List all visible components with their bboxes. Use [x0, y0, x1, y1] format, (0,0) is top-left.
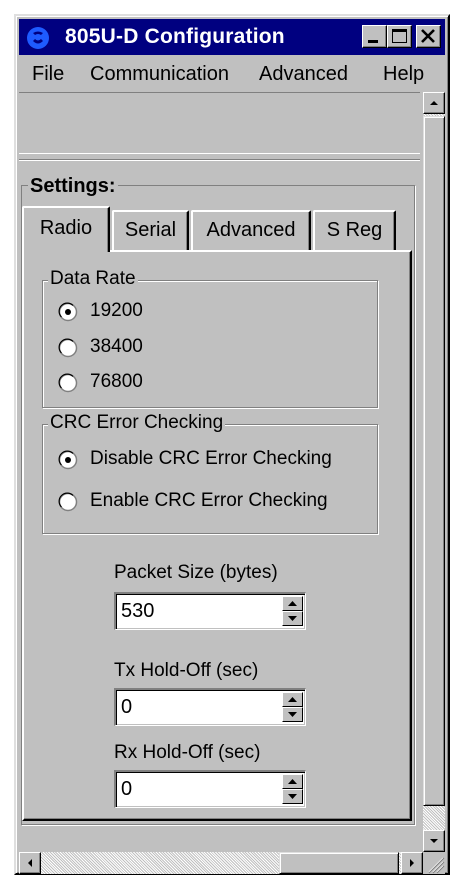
menu-file[interactable]: File: [32, 63, 64, 86]
arrow-up-icon: [288, 601, 297, 606]
tx-holdoff-input[interactable]: [119, 692, 269, 722]
menu-bar: File Communication Advanced Help: [19, 58, 445, 90]
window-title: 805U-D Configuration: [65, 25, 285, 48]
arrow-up-icon: [288, 697, 297, 702]
packet-size-input[interactable]: [119, 596, 269, 626]
minimize-button[interactable]: [362, 25, 387, 48]
arrow-up-icon: [288, 779, 297, 784]
arrow-down-icon: [288, 794, 297, 799]
main-window: 805U-D Configuration File Communication …: [14, 14, 450, 875]
packet-size-label: Packet Size (bytes): [114, 562, 278, 583]
radio-label: 19200: [90, 300, 143, 321]
radio-checked-icon: [58, 450, 78, 470]
toolbar-area: [19, 92, 420, 154]
arrow-down-icon: [288, 616, 297, 621]
tab-radio[interactable]: Radio: [22, 206, 110, 252]
menu-communication[interactable]: Communication: [90, 63, 229, 86]
tx-holdoff-spinner[interactable]: [114, 688, 306, 726]
separator: [19, 159, 420, 161]
spin-down-button[interactable]: [282, 707, 303, 722]
radio-unchecked-icon: [58, 492, 78, 512]
spin-down-button[interactable]: [282, 789, 303, 804]
maximize-button[interactable]: [387, 25, 412, 48]
spin-down-button[interactable]: [282, 611, 303, 626]
crc-caption: CRC Error Checking: [48, 412, 226, 433]
settings-caption: Settings:: [28, 175, 118, 197]
rx-holdoff-label: Rx Hold-Off (sec): [114, 742, 261, 763]
arrow-down-icon: [430, 839, 438, 843]
spin-buttons: [282, 692, 303, 723]
radio-label: Enable CRC Error Checking: [90, 490, 328, 511]
minimize-icon: [368, 40, 378, 43]
arrow-right-icon: [410, 859, 414, 867]
vertical-scroll-thumb[interactable]: [423, 116, 445, 806]
spin-up-button[interactable]: [282, 774, 303, 789]
radio-unchecked-icon: [58, 373, 78, 393]
arrow-down-icon: [288, 712, 297, 717]
tab-label: Radio: [39, 217, 93, 239]
packet-size-spinner[interactable]: [114, 592, 306, 630]
resize-grip[interactable]: [423, 852, 445, 874]
tab-serial[interactable]: Serial: [112, 210, 189, 250]
tab-s-reg[interactable]: S Reg: [313, 210, 396, 250]
tab-label: Serial: [124, 219, 177, 241]
rx-holdoff-spinner[interactable]: [114, 770, 306, 808]
arrow-left-icon: [28, 859, 32, 867]
scroll-right-button[interactable]: [401, 852, 423, 874]
title-bar[interactable]: 805U-D Configuration: [19, 19, 445, 55]
radio-label: Disable CRC Error Checking: [90, 448, 332, 469]
horizontal-scrollbar[interactable]: [19, 852, 423, 874]
close-button[interactable]: [416, 25, 441, 48]
scroll-up-button[interactable]: [423, 92, 445, 114]
spin-up-button[interactable]: [282, 692, 303, 707]
menu-help[interactable]: Help: [383, 63, 424, 86]
radio-label: 76800: [90, 371, 143, 392]
radio-label: 38400: [90, 336, 143, 357]
spin-up-button[interactable]: [282, 596, 303, 611]
radio-checked-icon: [58, 302, 78, 322]
tab-label: Advanced: [206, 219, 296, 241]
menu-advanced[interactable]: Advanced: [259, 63, 348, 86]
data-rate-caption: Data Rate: [48, 268, 138, 289]
tab-label: S Reg: [326, 219, 383, 241]
tx-holdoff-label: Tx Hold-Off (sec): [114, 660, 259, 681]
radio-unchecked-icon: [58, 338, 78, 358]
resize-grip-icon: [428, 857, 445, 874]
vertical-scrollbar[interactable]: [423, 92, 445, 852]
tab-advanced[interactable]: Advanced: [191, 210, 311, 250]
crc-group: [42, 424, 378, 534]
horizontal-scroll-thumb[interactable]: [279, 852, 399, 874]
rx-holdoff-input[interactable]: [119, 774, 269, 804]
scroll-down-button[interactable]: [423, 830, 445, 852]
spin-buttons: [282, 596, 303, 627]
spin-buttons: [282, 774, 303, 805]
app-logo-icon: [27, 27, 49, 49]
radio-tab-panel: Data Rate 19200 38400 76800 CRC Error Ch…: [22, 250, 412, 821]
maximize-icon: [392, 29, 407, 43]
arrow-up-icon: [430, 101, 438, 105]
close-icon: [421, 29, 435, 43]
scroll-left-button[interactable]: [19, 852, 41, 874]
